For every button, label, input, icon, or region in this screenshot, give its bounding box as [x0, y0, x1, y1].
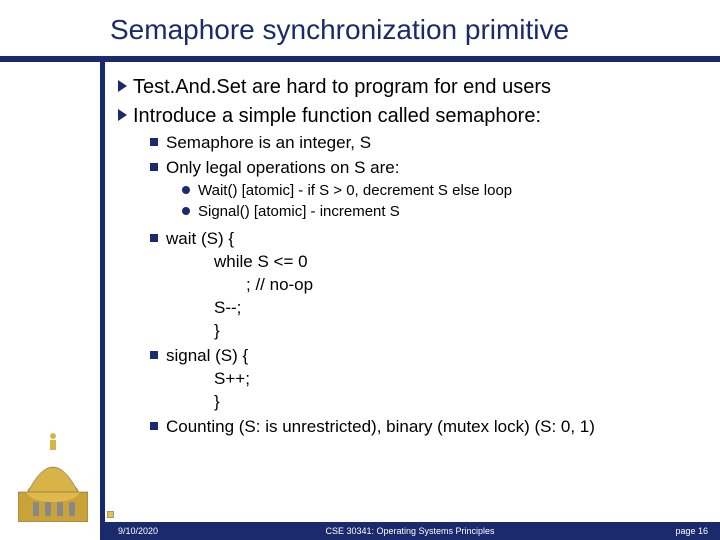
code-line: while S <= 0: [214, 251, 700, 274]
bullet-level1: Introduce a simple function called semap…: [118, 103, 700, 130]
square-icon: [150, 163, 158, 171]
bullet-text: Semaphore is an integer, S: [166, 133, 371, 152]
square-icon: [150, 138, 158, 146]
code-line: }: [214, 320, 700, 343]
vertical-rule: [100, 56, 105, 540]
bullet-level2: Counting (S: is unrestricted), binary (m…: [150, 416, 700, 439]
bullet-level2: signal (S) {: [150, 345, 700, 368]
square-icon: [150, 234, 158, 242]
slide: Semaphore synchronization primitive Test…: [0, 0, 720, 540]
bullet-text: Counting (S: is unrestricted), binary (m…: [166, 417, 595, 436]
bullet-level3: Signal() [atomic] - increment S: [182, 202, 700, 222]
footer-course: CSE 30341: Operating Systems Principles: [100, 526, 720, 536]
bullet-text: Only legal operations on S are:: [166, 158, 399, 177]
content-area: Test.And.Set are hard to program for end…: [118, 74, 700, 439]
code-line: ; // no-op: [246, 274, 700, 297]
triangle-icon: [118, 80, 127, 92]
footer-page: page 16: [675, 526, 708, 536]
bullet-text: Test.And.Set are hard to program for end…: [133, 76, 551, 98]
code-text: wait (S) {: [166, 229, 234, 248]
triangle-icon: [118, 109, 127, 121]
dot-icon: [182, 207, 190, 215]
accent-box: [107, 511, 114, 518]
code-line: }: [214, 391, 700, 414]
bullet-level1: Test.And.Set are hard to program for end…: [118, 74, 700, 101]
square-icon: [150, 351, 158, 359]
code-line: S++;: [214, 368, 700, 391]
slide-title: Semaphore synchronization primitive: [110, 14, 569, 46]
bullet-level2: wait (S) {: [150, 228, 700, 251]
bullet-text: Wait() [atomic] - if S > 0, decrement S …: [198, 182, 512, 199]
dot-icon: [182, 186, 190, 194]
footer-bar: 9/10/2020 CSE 30341: Operating Systems P…: [100, 522, 720, 540]
dome-logo: [18, 432, 88, 522]
square-icon: [150, 422, 158, 430]
bullet-level2: Only legal operations on S are:: [150, 157, 700, 180]
horizontal-rule: [0, 56, 720, 62]
bullet-level2: Semaphore is an integer, S: [150, 132, 700, 155]
bullet-level3: Wait() [atomic] - if S > 0, decrement S …: [182, 181, 700, 201]
bullet-text: Signal() [atomic] - increment S: [198, 203, 400, 220]
code-text: signal (S) {: [166, 346, 248, 365]
bullet-text: Introduce a simple function called semap…: [133, 105, 541, 127]
code-line: S--;: [214, 297, 700, 320]
